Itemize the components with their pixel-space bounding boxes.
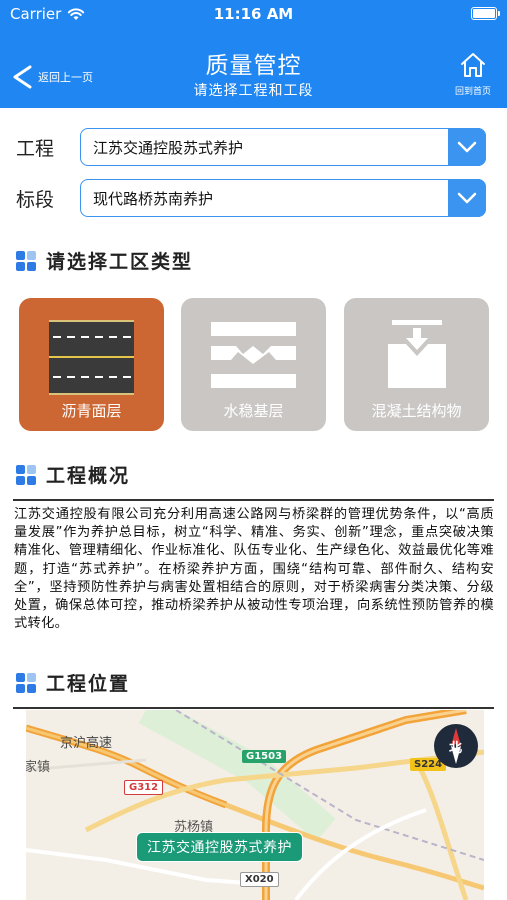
section-value: 现代路桥苏南养护	[93, 189, 214, 208]
location-map[interactable]: 京沪高速 家镇 苏杨镇 G1503 G312 S224 X020 江苏交通控股苏…	[26, 710, 484, 900]
section-dropdown-button[interactable]	[448, 178, 486, 217]
highway-label: 京沪高速	[60, 736, 113, 751]
road-badge-x020: X020	[240, 872, 279, 887]
compass-label: 北	[449, 741, 463, 756]
status-time: 11:16 AM	[213, 5, 294, 23]
project-dropdown-button[interactable]	[448, 127, 486, 166]
work-area-header: 请选择工区类型	[16, 247, 193, 274]
home-button[interactable]: 回到首页	[451, 52, 495, 97]
battery-icon	[471, 7, 500, 20]
base-layer-icon	[211, 322, 296, 388]
asphalt-road-icon	[49, 320, 134, 395]
location-title: 工程位置	[46, 673, 131, 695]
project-row: 工程 江苏交通控股苏式养护	[16, 127, 486, 167]
grid-icon	[16, 250, 36, 271]
work-area-cards: 沥青面层 水稳基层 混凝土结构物	[19, 298, 489, 431]
card-concrete-structure-label: 混凝土结构物	[371, 402, 462, 420]
map-marker-label[interactable]: 江苏交通控股苏式养护	[136, 832, 303, 862]
chevron-down-icon	[457, 192, 477, 203]
page-title: 质量管控	[205, 53, 302, 79]
chevron-down-icon	[457, 141, 477, 152]
project-select[interactable]: 江苏交通控股苏式养护	[80, 127, 486, 166]
section-select[interactable]: 现代路桥苏南养护	[80, 178, 486, 217]
card-asphalt-label: 沥青面层	[61, 402, 122, 420]
project-value: 江苏交通控股苏式养护	[93, 138, 244, 157]
section-row: 标段 现代路桥苏南养护	[16, 178, 486, 218]
overview-text: 江苏交通控股有限公司充分利用高速公路网与桥梁群的管理优势条件，以“高质量发展”作…	[14, 507, 494, 632]
road-badge-g312: G312	[124, 780, 164, 795]
page-subtitle: 请选择工程和工段	[193, 83, 314, 99]
location-divider	[13, 707, 494, 709]
grid-icon	[16, 464, 36, 485]
overview-title: 工程概况	[46, 465, 131, 487]
card-concrete-structure[interactable]: 混凝土结构物	[344, 298, 489, 431]
overview-divider	[13, 499, 494, 501]
card-cement-base[interactable]: 水稳基层	[181, 298, 326, 431]
status-bar: Carrier 11:16 AM	[0, 0, 507, 30]
work-area-title: 请选择工区类型	[46, 251, 194, 273]
navigation-bar: Carrier 11:16 AM 返回上一页 质量管控 请选择工程和工段 回到首…	[0, 0, 507, 108]
project-label: 工程	[16, 137, 55, 160]
overview-header: 工程概况	[16, 461, 130, 488]
section-label: 标段	[16, 188, 55, 211]
card-cement-base-label: 水稳基层	[223, 402, 284, 420]
road-badge-g1503: G1503	[242, 750, 287, 763]
compass-icon[interactable]: 北	[434, 724, 478, 768]
card-asphalt[interactable]: 沥青面层	[19, 298, 164, 431]
download-box-icon	[388, 320, 446, 388]
location-header: 工程位置	[16, 669, 130, 696]
town-label: 家镇	[26, 760, 51, 775]
home-label: 回到首页	[454, 87, 491, 97]
home-icon	[461, 53, 485, 77]
grid-icon	[16, 672, 36, 693]
